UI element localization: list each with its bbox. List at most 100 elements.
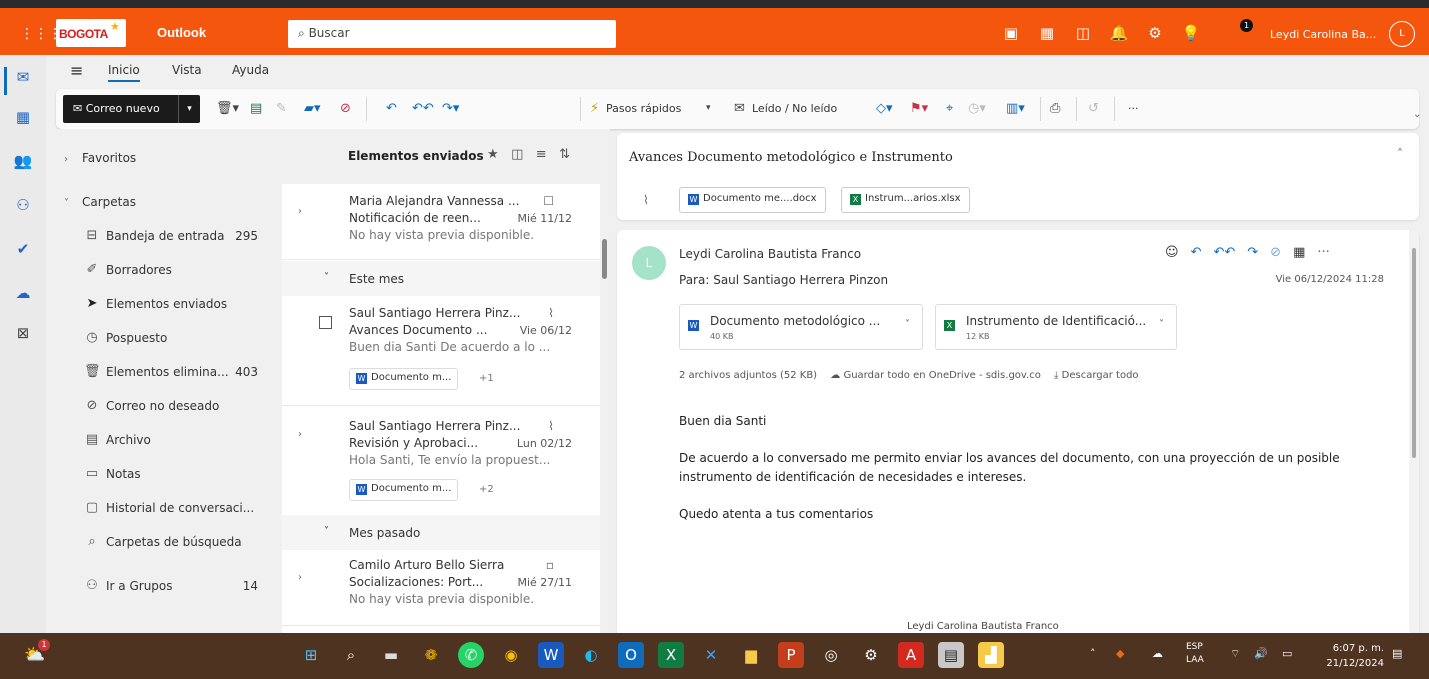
snooze-icon[interactable]: ◷▾ (968, 101, 986, 116)
feedback-icon[interactable]: ◫ (1072, 22, 1094, 44)
folder-junk[interactable]: ⊘ Correo no deseado (46, 392, 282, 422)
list-item-selected[interactable]: Saul Santiago Herrera Pinz... ⌇ Avances … (282, 296, 600, 406)
filter-icon[interactable]: ≡ (536, 147, 547, 162)
quick-steps-button[interactable]: Pasos rápidos (606, 102, 681, 115)
avatar[interactable]: L (1389, 21, 1415, 47)
wifi-icon[interactable]: ⌔ (1230, 647, 1240, 661)
calendar-icon[interactable]: ▦ (1036, 22, 1058, 44)
excel-icon[interactable]: X (658, 642, 684, 668)
favorite-star-icon[interactable]: ★ (487, 147, 499, 162)
delete-icon[interactable]: 🗑▾ (216, 101, 239, 116)
ribbon-expand-icon[interactable]: ⌄ (1413, 109, 1421, 120)
read-unread-button[interactable]: Leído / No leído (752, 102, 837, 115)
new-mail-button[interactable]: ✉ Correo nuevo ▾ (63, 95, 200, 123)
go-to-groups[interactable]: ⚇ Ir a Grupos 14 (46, 572, 282, 602)
notifications-icon[interactable]: 🔔 (1108, 22, 1130, 44)
word-icon[interactable]: W (538, 642, 564, 668)
reply-all-icon[interactable]: ↶↶ (412, 101, 434, 116)
mail-icon[interactable]: ✉ (13, 67, 33, 87)
pin-icon[interactable]: ⌖ (946, 101, 953, 116)
cloud-sync-icon[interactable]: ☁ (1152, 647, 1163, 660)
attachment-card-xlsx[interactable]: X Instrumento de Identificació... 12 KB … (935, 304, 1177, 350)
attachment-menu-chevron-icon[interactable]: ˅ (905, 319, 910, 330)
reading-scrollbar[interactable] (1409, 230, 1419, 633)
expand-chevron-icon[interactable]: › (298, 206, 302, 217)
folder-deleted[interactable]: 🗑 Elementos elimina... 403 (46, 358, 282, 388)
attachment-chip[interactable]: W Documento m... (349, 368, 459, 390)
list-item[interactable]: › Camilo Arturo Bello Sierra ▫ Socializa… (282, 550, 600, 626)
flag-icon[interactable]: ⚑▾ (910, 101, 928, 116)
folder-history[interactable]: ▢ Historial de conversaci... (46, 494, 282, 524)
folder-search[interactable]: ⌕ Carpetas de búsqueda (46, 528, 282, 558)
group-header-this-month[interactable]: ˅ Este mes (282, 261, 600, 296)
undo-icon[interactable]: ↺ (1088, 101, 1099, 116)
quick-steps-chevron-icon[interactable]: ▾ (706, 103, 711, 113)
new-mail-dropdown-icon[interactable]: ▾ (178, 95, 200, 123)
onedrive-icon[interactable]: ☁ (13, 283, 33, 303)
tab-ayuda[interactable]: Ayuda (232, 63, 269, 77)
whatsapp-icon[interactable]: ✆ (458, 642, 484, 668)
folder-drafts[interactable]: ✐ Borradores (46, 256, 282, 286)
todo-icon[interactable]: ✔ (13, 239, 33, 259)
photos-icon[interactable]: ✕ (698, 642, 724, 668)
folder-notes[interactable]: ▭ Notas (46, 460, 282, 490)
tips-icon[interactable]: 💡 (1180, 22, 1202, 44)
more-options-button[interactable]: ··· (1128, 102, 1139, 115)
battery-icon[interactable]: ▭ (1282, 647, 1292, 660)
user-name[interactable]: Leydi Carolina Ba... (1270, 28, 1376, 41)
print-icon[interactable]: ⎙ (1050, 101, 1060, 116)
block-icon[interactable]: ⊘ (1270, 245, 1281, 260)
hamburger-menu-icon[interactable]: ≡ (70, 61, 83, 80)
folder-archive[interactable]: ▤ Archivo (46, 426, 282, 456)
edge-icon[interactable]: ◐ (578, 642, 604, 668)
app-name[interactable]: Outlook (157, 25, 206, 40)
list-scrollbar[interactable] (600, 184, 610, 633)
attachment-chip-docx[interactable]: W Documento me....docx (679, 187, 826, 213)
task-view-icon[interactable]: ▬ (378, 642, 404, 668)
grid-view-icon[interactable]: ▦ (1293, 245, 1305, 260)
sender-avatar[interactable]: L (632, 246, 666, 280)
move-to-icon[interactable]: ▰▾ (304, 101, 321, 116)
scrollbar-thumb[interactable] (1412, 248, 1416, 458)
obs-icon[interactable]: ◎ (818, 642, 844, 668)
quick-steps-icon[interactable]: ⚡ (590, 101, 599, 116)
groups-icon[interactable]: ⚇ (13, 195, 33, 215)
tab-inicio[interactable]: Inicio (108, 63, 140, 82)
collapse-chevron-icon[interactable]: ˄ (1397, 147, 1403, 161)
folder-inbox[interactable]: ⊟ Bandeja de entrada 295 (46, 222, 282, 252)
search-icon[interactable]: ⌕ (338, 642, 364, 668)
download-all-link[interactable]: ⤓ Descargar todo (1054, 370, 1139, 381)
notes-app-icon[interactable]: ▟ (978, 642, 1004, 668)
search-input[interactable]: ⌕ Buscar (288, 20, 616, 48)
people-icon[interactable]: 👥 (13, 151, 33, 171)
expand-chevron-icon[interactable]: › (298, 429, 302, 440)
select-checkbox[interactable] (319, 316, 332, 329)
save-onedrive-link[interactable]: ☁ Guardar todo en OneDrive - sdis.gov.co (830, 370, 1041, 381)
chevron-up-icon[interactable]: ˄ (1090, 647, 1096, 660)
acrobat-icon[interactable]: A (898, 642, 924, 668)
attachment-chip[interactable]: W Documento m... (349, 479, 459, 501)
folders-section[interactable]: ˅ Carpetas (64, 195, 136, 209)
favorites-section[interactable]: › Favoritos (64, 151, 136, 165)
language-indicator[interactable]: ESP LAA (1186, 641, 1204, 667)
scrollbar-thumb[interactable] (602, 239, 607, 279)
forward-icon[interactable]: ↷ (1247, 245, 1258, 260)
select-mode-icon[interactable]: ◫ (511, 147, 523, 162)
file-explorer-icon[interactable]: ▆ (738, 642, 764, 668)
clock[interactable]: 6:07 p. m. 21/12/2024 (1318, 641, 1384, 671)
read-unread-icon[interactable]: ✉ (734, 101, 745, 116)
more-actions-icon[interactable]: ··· (1317, 245, 1329, 260)
forward-icon[interactable]: ↷▾ (442, 101, 459, 116)
folder-snoozed[interactable]: ◷ Pospuesto (46, 324, 282, 354)
powerpoint-icon[interactable]: P (778, 642, 804, 668)
settings-gear-icon[interactable]: ⚙ (1144, 22, 1166, 44)
attachment-chip-xlsx[interactable]: X Instrum...arios.xlsx (841, 187, 970, 213)
reply-all-icon[interactable]: ↶↶ (1213, 245, 1235, 260)
teams-chat-icon[interactable]: ▣ (1000, 22, 1022, 44)
tab-vista[interactable]: Vista (172, 63, 202, 77)
sender-name[interactable]: Leydi Carolina Bautista Franco (679, 247, 861, 261)
reply-icon[interactable]: ↶ (386, 101, 397, 116)
tray-app-icon[interactable]: ◆ (1116, 647, 1124, 660)
emoji-reaction-icon[interactable]: ☺ (1165, 245, 1179, 260)
calendar-rail-icon[interactable]: ▦ (13, 107, 33, 127)
